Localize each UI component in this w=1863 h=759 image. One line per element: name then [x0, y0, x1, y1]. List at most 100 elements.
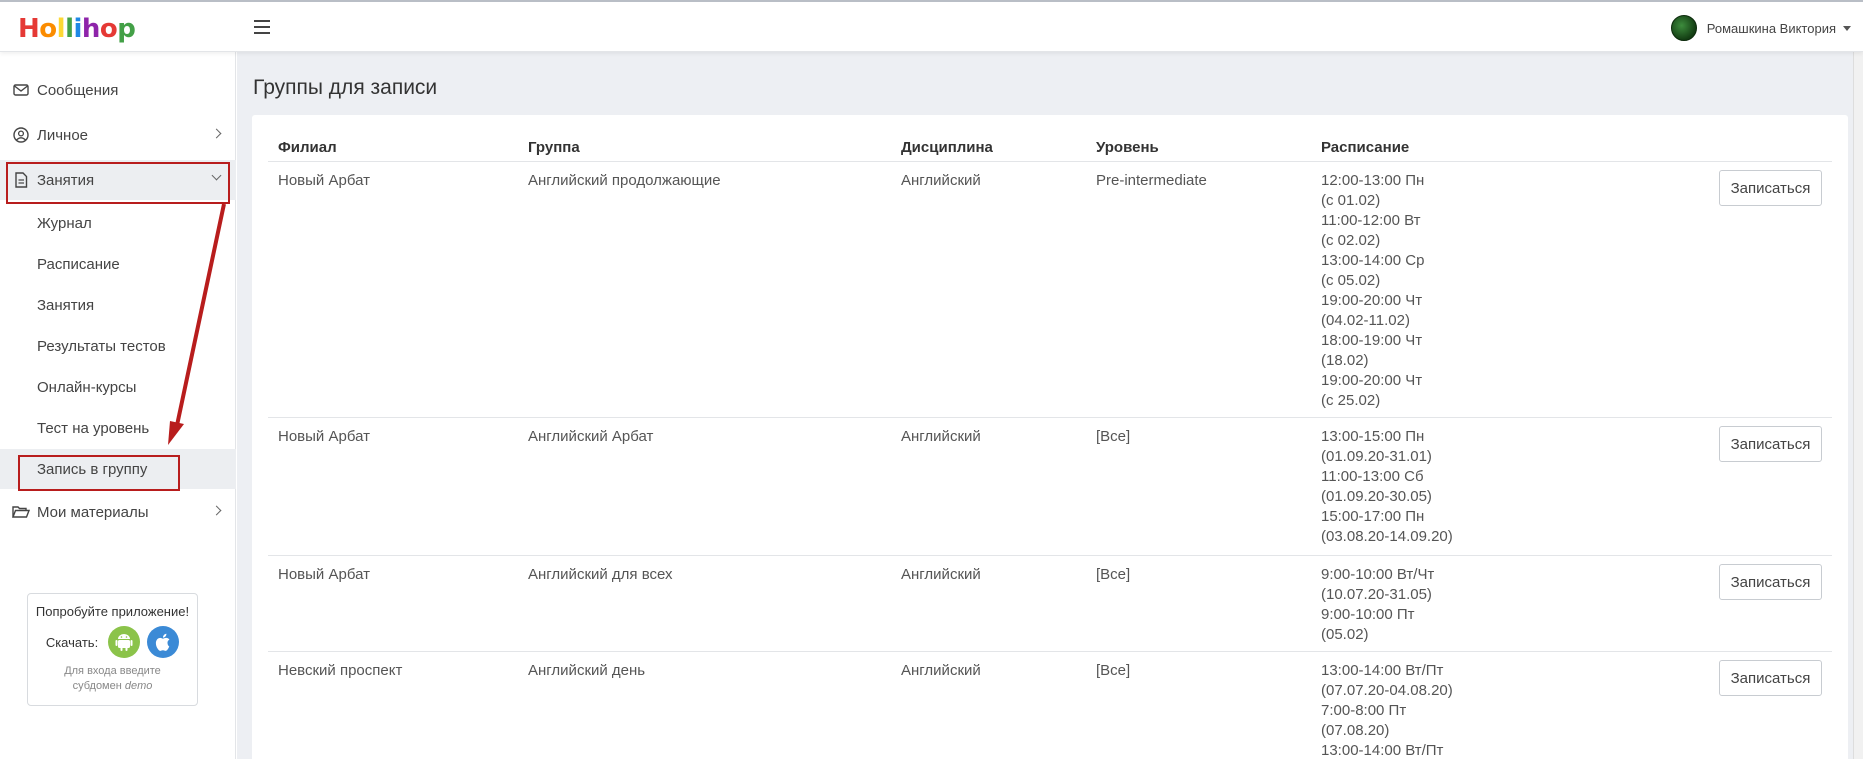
enroll-button[interactable]: Записаться — [1719, 170, 1822, 206]
page-scrollbar[interactable] — [1853, 52, 1863, 759]
cell-branch: Новый Арбат — [278, 566, 370, 583]
table-row: Новый Арбат Английский для всех Английский… — [268, 555, 1832, 651]
schedule-line: 12:00-13:00 Пн — [1321, 172, 1425, 189]
sidebar-subitem-test-results[interactable]: Результаты тестов — [0, 326, 236, 366]
cell-level: [Все] — [1096, 566, 1131, 583]
cell-group: Английский Арбат — [528, 428, 654, 445]
sidebar: Сообщения Личное Занятия Журнал Расписан… — [0, 52, 236, 759]
caret-down-icon — [1843, 26, 1851, 31]
cell-branch: Невский проспект — [278, 662, 403, 679]
sidebar-subitem-lessons[interactable]: Занятия — [0, 285, 236, 325]
schedule-line: (с 02.02) — [1321, 232, 1381, 249]
logo-letter: l — [56, 14, 66, 44]
cell-branch: Новый Арбат — [278, 428, 370, 445]
cell-discipline: Английский — [901, 566, 981, 583]
sidebar-item-label: Мои материалы — [37, 503, 149, 521]
sidebar-item-personal[interactable]: Личное — [0, 115, 236, 155]
logo-letter: i — [73, 14, 82, 44]
sidebar-subitem-label: Занятия — [37, 296, 95, 314]
chevron-right-icon — [211, 505, 222, 516]
groups-table-card: Филиал Группа Дисциплина Уровень Расписа… — [252, 115, 1848, 759]
table-row: Новый Арбат Английский Арбат Английский [Вс… — [268, 417, 1832, 555]
cell-discipline: Английский — [901, 428, 981, 445]
column-header-schedule: Расписание — [1321, 139, 1410, 156]
logo-letter: p — [117, 14, 136, 44]
promo-hint-line2: субдомен demo — [28, 679, 197, 694]
schedule-line: (07.07.20-04.08.20) — [1321, 682, 1453, 699]
sidebar-subitem-schedule[interactable]: Расписание — [0, 244, 236, 284]
cell-schedule: 9:00-10:00 Вт/Чт (10.07.20-31.05) 9:00-10:… — [1321, 565, 1434, 645]
promo-hint-line1: Для входа введите — [64, 665, 161, 677]
promo-hint-prefix: субдомен — [72, 680, 125, 692]
schedule-line: (05.02) — [1321, 626, 1369, 643]
column-header-discipline: Дисциплина — [901, 139, 993, 156]
table-row: Невский проспект Английский день Английски… — [268, 651, 1832, 759]
schedule-line: 13:00-14:00 Ср — [1321, 252, 1425, 269]
cell-level: [Все] — [1096, 428, 1131, 445]
schedule-line: 18:00-19:00 Чт — [1321, 332, 1423, 349]
cell-group: Английский день — [528, 662, 646, 679]
schedule-line: 13:00-14:00 Вт/Пт — [1321, 662, 1444, 679]
user-name: Ромашкина Виктория — [1706, 20, 1836, 36]
sidebar-subitem-label: Расписание — [37, 255, 120, 273]
cell-level: [Все] — [1096, 662, 1131, 679]
cell-schedule: 13:00-14:00 Вт/Пт (07.07.20-04.08.20) 7:00… — [1321, 661, 1453, 759]
cell-level: Pre-intermediate — [1096, 172, 1207, 189]
sidebar-item-label: Сообщения — [37, 81, 119, 99]
schedule-line: 9:00-10:00 Пт — [1321, 606, 1415, 623]
sidebar-subitem-online-courses[interactable]: Онлайн-курсы — [0, 367, 236, 407]
chevron-right-icon — [211, 128, 222, 139]
sidebar-subitem-journal[interactable]: Журнал — [0, 203, 236, 243]
cell-discipline: Английский — [901, 662, 981, 679]
enroll-button[interactable]: Записаться — [1719, 564, 1822, 600]
user-circle-icon — [13, 127, 29, 143]
logo-letter: o — [39, 14, 57, 44]
apple-icon[interactable] — [147, 626, 180, 658]
schedule-line: (07.08.20) — [1321, 722, 1390, 739]
schedule-line: 11:00-13:00 Сб — [1321, 468, 1424, 485]
column-header-branch: Филиал — [278, 139, 337, 156]
sidebar-item-messages[interactable]: Сообщения — [0, 70, 236, 110]
page-title: Группы для записи — [253, 76, 438, 99]
cell-branch: Новый Арбат — [278, 172, 370, 189]
user-menu[interactable]: Ромашкина Виктория — [1670, 15, 1851, 41]
schedule-line: (10.07.20-31.05) — [1321, 586, 1432, 603]
avatar — [1670, 15, 1697, 41]
promo-hint: Для входа введите субдомен demo — [28, 664, 197, 694]
promo-title: Попробуйте приложение! — [35, 604, 190, 619]
sidebar-item-my-materials[interactable]: Мои материалы — [0, 492, 236, 532]
schedule-line: 15:00-17:00 Пн — [1321, 508, 1425, 525]
cell-schedule: 12:00-13:00 Пн (с 01.02) 11:00-12:00 Вт (с … — [1321, 171, 1424, 411]
schedule-line: 9:00-10:00 Вт/Чт — [1321, 566, 1435, 583]
promo-download-label: Скачать: — [45, 634, 99, 650]
sidebar-item-label: Личное — [37, 126, 89, 144]
cell-group: Английский продолжающие — [528, 172, 721, 189]
sidebar-subitem-label: Тест на уровень — [37, 419, 150, 437]
enroll-button[interactable]: Записаться — [1719, 426, 1822, 462]
logo-letter: H — [18, 14, 40, 44]
schedule-line: (03.08.20-14.09.20) — [1321, 528, 1453, 545]
cell-group: Английский для всех — [528, 566, 673, 583]
column-header-level: Уровень — [1096, 139, 1159, 156]
sidebar-subitem-level-test[interactable]: Тест на уровень — [0, 408, 236, 448]
schedule-line: (с 05.02) — [1321, 272, 1381, 289]
schedule-line: (04.02-11.02) — [1321, 312, 1410, 329]
main-content: Группы для записи Филиал Группа Дисципли… — [237, 52, 1863, 759]
hollihop-logo[interactable]: Hollihop — [18, 14, 136, 44]
schedule-line: (01.09.20-30.05) — [1321, 488, 1432, 505]
top-bar: Hollihop Ромашкина Виктория — [0, 0, 1863, 52]
android-icon[interactable] — [108, 626, 141, 658]
hamburger-menu-icon[interactable] — [254, 20, 270, 34]
sidebar-subitem-label: Онлайн-курсы — [37, 378, 137, 396]
app-promo-box: Попробуйте приложение! Скачать: Для вход… — [27, 593, 198, 706]
schedule-line: (18.02) — [1321, 352, 1369, 369]
highlight-box-group-enrollment — [18, 455, 180, 491]
logo-letter: h — [81, 14, 101, 44]
highlight-box-lessons — [6, 162, 230, 204]
column-header-group: Группа — [528, 139, 580, 156]
promo-hint-subdomain: demo — [124, 680, 153, 692]
schedule-line: 13:00-14:00 Вт/Пт — [1321, 742, 1444, 759]
enroll-button[interactable]: Записаться — [1719, 660, 1822, 696]
sidebar-subitem-label: Результаты тестов — [37, 337, 166, 355]
schedule-line: 13:00-15:00 Пн — [1321, 428, 1425, 445]
